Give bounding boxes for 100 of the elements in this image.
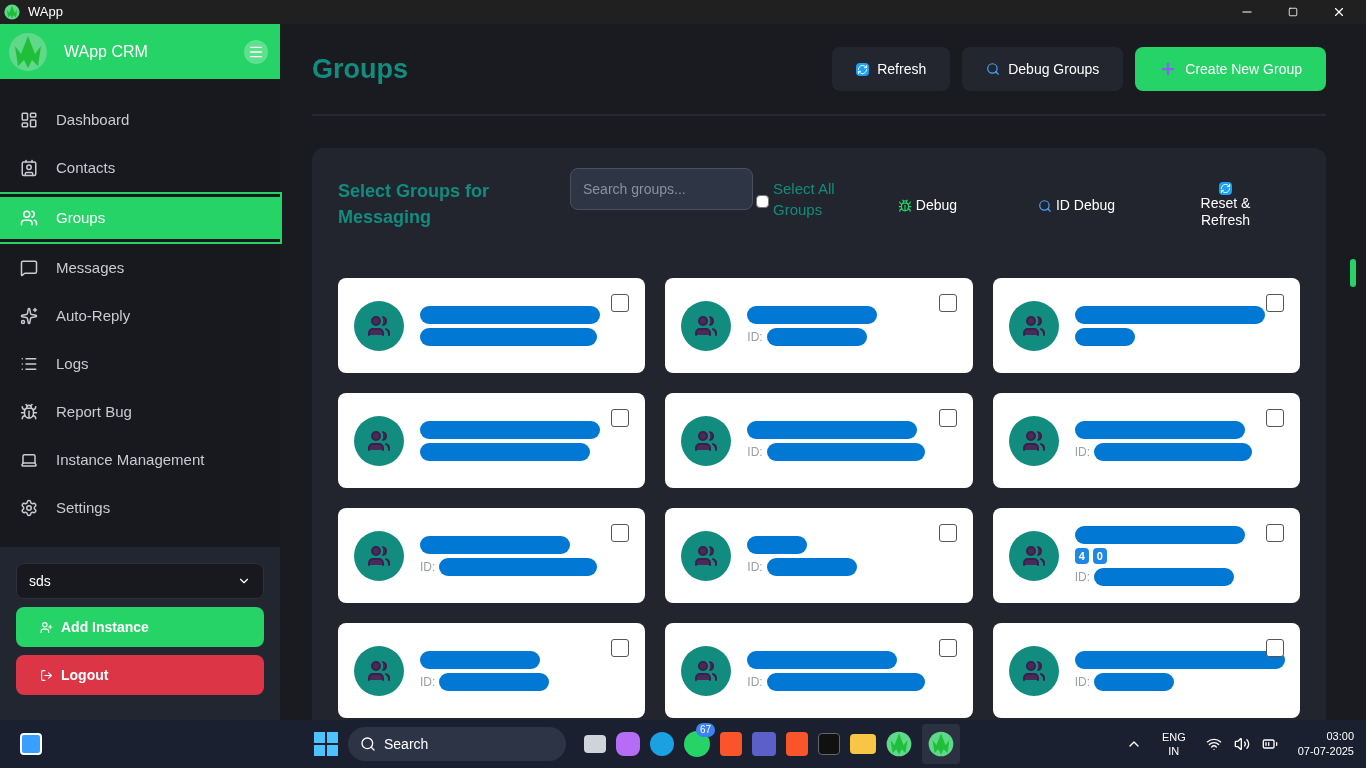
sidebar-item[interactable]: Dashboard <box>0 96 280 144</box>
active-app-icon[interactable] <box>922 724 960 764</box>
close-icon <box>1332 5 1346 19</box>
maximize-icon <box>1288 7 1298 17</box>
contact-card-icon <box>20 159 38 177</box>
group-checkbox[interactable] <box>938 524 957 542</box>
group-id-label: ID: <box>747 443 763 461</box>
users-icon <box>367 313 391 338</box>
clock-date[interactable]: 07-07-2025 <box>1297 744 1354 759</box>
users-icon <box>20 209 38 227</box>
scrollbar <box>1350 259 1356 287</box>
battery-icon[interactable] <box>1261 736 1278 752</box>
bug-icon <box>20 403 38 421</box>
debug-button[interactable]: Debug Groups <box>962 47 1124 91</box>
select-all-checkbox[interactable] <box>756 195 769 208</box>
sidebar-item[interactable]: Instance Management <box>0 436 280 484</box>
users-icon <box>1021 658 1046 683</box>
list-icon <box>20 355 38 373</box>
refresh-button[interactable]: Refresh <box>832 47 951 91</box>
number-badge: 0 <box>1092 547 1107 564</box>
group-checkbox[interactable] <box>1266 294 1284 312</box>
group-id-label: ID: <box>420 558 436 576</box>
group-card[interactable] <box>338 393 646 488</box>
users-icon <box>1021 428 1046 453</box>
select-all-label: Select All Groups <box>773 179 836 220</box>
group-checkbox[interactable] <box>1266 409 1284 427</box>
laptop-icon <box>20 451 38 469</box>
group-checkbox[interactable] <box>1266 524 1284 542</box>
clock-time[interactable]: 03:00 <box>1326 729 1354 744</box>
wifi-icon[interactable] <box>1205 736 1222 752</box>
language-label[interactable]: ENG <box>1161 730 1186 744</box>
group-id-label: ID: <box>747 673 763 691</box>
redaction-mark <box>747 535 808 554</box>
id-debug-button[interactable]: ID Debug <box>1031 182 1122 229</box>
sidebar-item[interactable]: Auto-Reply <box>0 292 280 340</box>
user-plus-icon <box>40 620 53 634</box>
users-icon <box>367 543 391 568</box>
panel-title: Select Groups for Messaging <box>338 180 491 229</box>
users-icon <box>1021 543 1046 568</box>
users-icon <box>367 658 391 683</box>
group-checkbox[interactable] <box>611 524 630 542</box>
widgets-icon[interactable] <box>20 733 42 755</box>
window-title: WApp <box>28 3 63 22</box>
volume-icon[interactable] <box>1233 736 1250 752</box>
group-card[interactable]: 4 0 ID: <box>992 508 1300 603</box>
notification-badge: 67 <box>696 723 716 737</box>
group-checkbox[interactable] <box>611 409 630 427</box>
group-checkbox[interactable] <box>611 639 630 657</box>
sidebar-item[interactable]: Contacts <box>0 144 280 192</box>
search-icon <box>1037 198 1052 213</box>
sidebar-item[interactable]: Messages <box>0 244 280 292</box>
search-icon <box>986 62 1001 76</box>
reset-refresh-button[interactable]: Reset & Refresh <box>1180 182 1271 229</box>
taskbar-search[interactable]: Search <box>348 727 566 761</box>
lion-browser-icon[interactable] <box>720 732 742 756</box>
group-id-label: ID: <box>747 328 763 346</box>
logout-button[interactable]: Logout <box>16 655 264 695</box>
redaction-mark <box>1074 327 1135 346</box>
users-icon <box>694 313 719 338</box>
settings-icon <box>20 499 38 517</box>
group-checkbox[interactable] <box>938 409 957 427</box>
group-checkbox[interactable] <box>938 639 957 657</box>
debug-button[interactable]: Debug <box>882 182 973 229</box>
group-checkbox[interactable] <box>611 294 630 312</box>
users-icon <box>367 428 391 453</box>
task-view-icon[interactable] <box>584 735 606 753</box>
group-id-label: ID: <box>1074 673 1090 691</box>
start-icon[interactable] <box>314 732 338 756</box>
users-icon <box>694 428 719 453</box>
cube-app-icon[interactable] <box>818 733 840 755</box>
group-checkbox[interactable] <box>938 294 957 312</box>
group-card[interactable] <box>338 278 646 373</box>
group-card[interactable] <box>992 278 1300 373</box>
users-icon <box>694 543 719 568</box>
refresh-icon <box>1219 182 1232 195</box>
sidebar-item[interactable]: Logs <box>0 340 280 388</box>
page-title: Groups <box>312 52 408 86</box>
brand-name: WApp CRM <box>64 41 148 62</box>
chat-app-icon[interactable] <box>684 731 710 757</box>
group-id-label: ID: <box>747 558 763 576</box>
sparkles-icon <box>20 307 38 325</box>
logout-icon <box>40 668 53 682</box>
search-field[interactable]: Search groups... <box>570 168 753 210</box>
bug-icon <box>897 198 912 213</box>
group-id-label: ID: <box>1074 568 1090 586</box>
group-id-label: ID: <box>420 673 436 691</box>
group-id-label: ID: <box>1074 443 1090 461</box>
group-checkbox[interactable] <box>1266 639 1284 657</box>
copilot-icon[interactable] <box>616 732 640 756</box>
folder-icon[interactable] <box>850 734 876 754</box>
number-badge: 4 <box>1074 547 1089 564</box>
message-icon <box>20 259 38 277</box>
refresh-icon <box>856 62 870 76</box>
region-label[interactable]: IN <box>1168 744 1180 758</box>
sidebar-item[interactable]: Settings <box>0 484 280 532</box>
lion-browser-icon[interactable] <box>786 732 808 756</box>
instance-select[interactable]: sds <box>16 563 264 599</box>
browser-icon[interactable] <box>650 732 674 756</box>
users-icon <box>694 658 719 683</box>
sidebar-item[interactable]: Report Bug <box>0 388 280 436</box>
